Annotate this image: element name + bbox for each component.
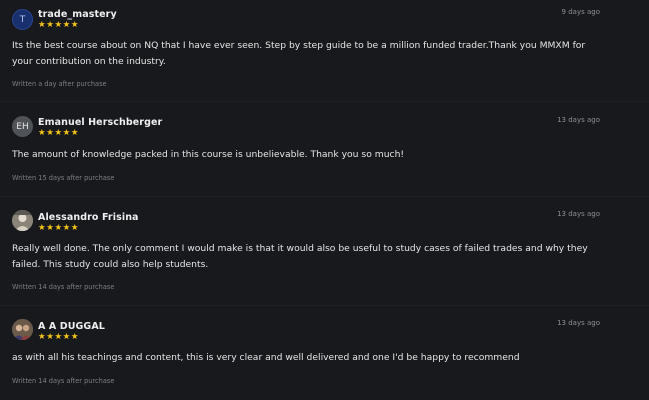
star-rating: ★★★★★: [38, 128, 80, 138]
user-photo-icon: [12, 210, 33, 231]
divider: [0, 305, 649, 306]
review-date: 9 days ago: [561, 8, 600, 16]
divider: [0, 196, 649, 197]
avatar[interactable]: [12, 210, 33, 231]
reviewer-name[interactable]: trade_mastery: [38, 9, 117, 20]
review-date: 13 days ago: [557, 210, 600, 218]
avatar[interactable]: [12, 319, 33, 340]
star-rating: ★★★★★: [38, 223, 80, 233]
purchase-note: Written 14 days after purchase: [12, 283, 115, 291]
purchase-note: Written a day after purchase: [12, 80, 107, 88]
avatar[interactable]: EH: [12, 116, 33, 137]
user-photo-icon: [12, 319, 33, 340]
star-rating: ★★★★★: [38, 332, 80, 342]
review-text: The amount of knowledge packed in this c…: [12, 149, 405, 160]
reviewer-name[interactable]: Alessandro Frisina: [38, 212, 139, 223]
review-text: Its the best course about on NQ that I h…: [12, 40, 586, 67]
avatar[interactable]: T: [12, 9, 33, 30]
purchase-note: Written 14 days after purchase: [12, 377, 115, 385]
review-text: Really well done. The only comment I wou…: [12, 243, 588, 270]
purchase-note: Written 15 days after purchase: [12, 174, 115, 182]
reviewer-name[interactable]: Emanuel Herschberger: [38, 117, 162, 128]
star-rating: ★★★★★: [38, 20, 80, 30]
review-date: 13 days ago: [557, 319, 600, 327]
review-text: as with all his teachings and content, t…: [12, 352, 520, 363]
divider: [0, 101, 649, 102]
reviewer-name[interactable]: A A DUGGAL: [38, 321, 105, 332]
review-date: 13 days ago: [557, 116, 600, 124]
